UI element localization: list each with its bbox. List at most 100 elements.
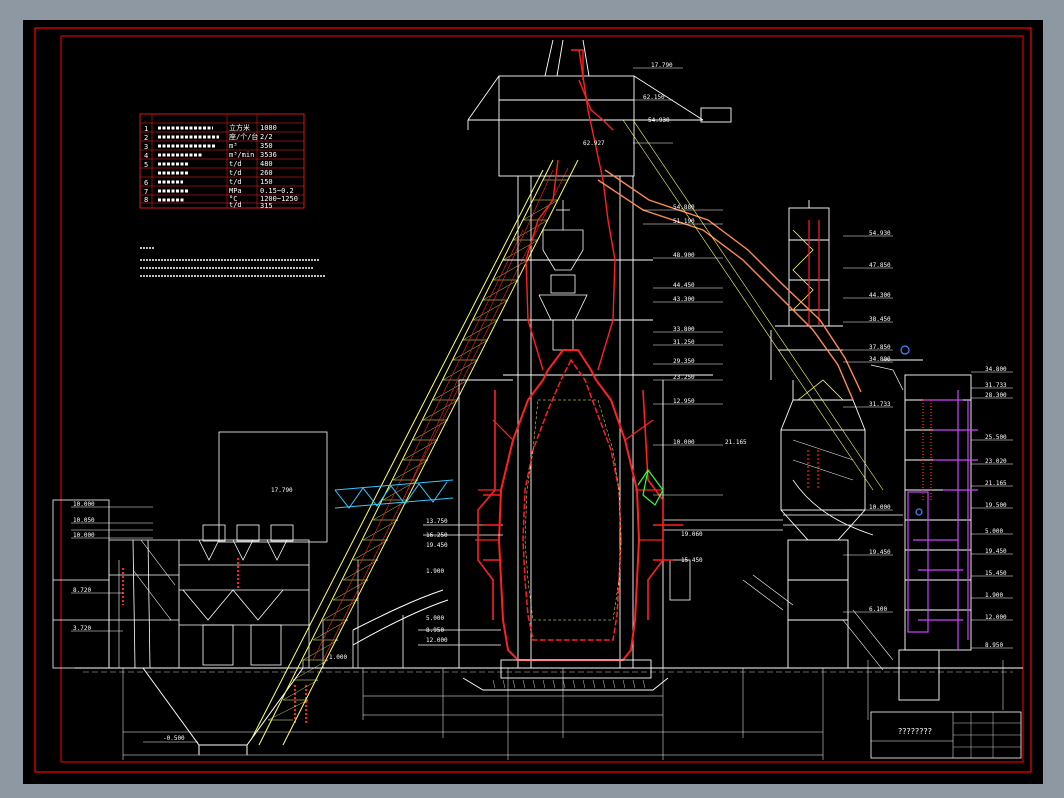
elev-label: 54.930 xyxy=(648,117,670,124)
furnace-shell xyxy=(475,349,663,661)
red-cables xyxy=(312,167,569,661)
elev-label: 10.000 xyxy=(673,439,695,446)
elev-label: 10.000 xyxy=(73,501,95,508)
spec-no: 2 xyxy=(144,134,148,142)
elev-label: 12.950 xyxy=(673,398,695,405)
elev-label: 13.750 xyxy=(426,518,448,525)
hot-stove-tower xyxy=(870,359,972,701)
elev-label: 23.250 xyxy=(673,374,695,381)
elev-label: 10.000 xyxy=(73,532,95,539)
spec-unit: t/d xyxy=(229,201,242,209)
spec-table: 1 2 3 4 5 6 7 8 立方米 座/个/台 m³ m³/min t/d xyxy=(139,113,305,210)
spec-unit: 立方米 xyxy=(229,123,250,132)
downcomer-pipe xyxy=(597,169,862,401)
dust-catcher-red xyxy=(807,220,820,490)
title-block: ???????? xyxy=(870,711,1022,759)
elev-label: 21.165 xyxy=(985,480,1007,487)
spec-no: 5 xyxy=(144,161,148,169)
elev-label: 5.000 xyxy=(426,615,444,622)
dust-catcher-stair xyxy=(792,229,844,401)
spec-table-values: 1080 2/2 350 3536 480 260 150 0.15~0.2 1… xyxy=(260,124,298,210)
elev-label: 62.927 xyxy=(583,140,605,147)
stove-elevation-marks xyxy=(971,371,1013,649)
elev-label: 48.900 xyxy=(673,252,695,259)
elev-label: 33.800 xyxy=(673,326,695,333)
elev-label: 6.100 xyxy=(869,606,887,613)
spec-value: 150 xyxy=(260,178,273,186)
cad-viewport[interactable]: 1 2 3 4 5 6 7 8 立方米 座/个/台 m³ m³/min t/d xyxy=(23,20,1043,784)
elev-label: 44.300 xyxy=(869,292,891,299)
elev-label: 12.000 xyxy=(985,614,1007,621)
bustle-pipe xyxy=(477,389,683,620)
drawing-title: ???????? xyxy=(898,727,932,736)
elev-label: 51.190 xyxy=(673,218,695,225)
stove-red-marks xyxy=(922,400,932,500)
spec-table-numbers: 1 2 3 4 5 6 7 8 xyxy=(144,125,148,204)
dust-catcher-slope xyxy=(792,479,874,536)
furnace-center-hatch xyxy=(524,399,622,621)
elev-label: 8.720 xyxy=(73,587,91,594)
spec-unit: m³ xyxy=(229,142,237,150)
elev-label: 21.165 xyxy=(725,439,747,446)
elev-label: 54.930 xyxy=(869,230,891,237)
tapping-equipment xyxy=(637,468,664,506)
elev-label: 10.050 xyxy=(73,517,95,524)
spec-no: 6 xyxy=(144,179,148,187)
spec-value: 1080 xyxy=(260,124,277,132)
elev-label: 19.500 xyxy=(985,502,1007,509)
elev-label: 23.020 xyxy=(985,458,1007,465)
elev-label: 8.950 xyxy=(985,642,1003,649)
elev-label: 29.350 xyxy=(673,358,695,365)
elev-label: 3.720 xyxy=(73,625,91,632)
elev-label: 62.150 xyxy=(643,94,665,101)
elev-label: 47.850 xyxy=(869,262,891,269)
elev-label: 34.800 xyxy=(869,356,891,363)
spec-table-units: 立方米 座/个/台 m³ m³/min t/d t/d t/d MPa °C t… xyxy=(229,123,258,209)
spec-no: 3 xyxy=(144,143,148,151)
spec-unit: t/d xyxy=(229,160,242,168)
spec-unit: t/d xyxy=(229,169,242,177)
elev-label: 38.450 xyxy=(869,316,891,323)
elev-label: 25.500 xyxy=(985,434,1007,441)
furnace-foundation xyxy=(462,659,669,691)
elev-label: 15.450 xyxy=(681,557,703,564)
spec-no: 4 xyxy=(144,152,148,160)
elev-label: 34.800 xyxy=(985,366,1007,373)
elev-label: 17.790 xyxy=(651,62,673,69)
blast-furnace-drawing: 1 2 3 4 5 6 7 8 立方米 座/个/台 m³ m³/min t/d xyxy=(34,27,1032,773)
elev-label: 43.300 xyxy=(673,296,695,303)
elev-label: 19.450 xyxy=(985,548,1007,555)
elev-label: 44.450 xyxy=(673,282,695,289)
gas-offtake xyxy=(622,119,884,491)
spec-unit: MPa xyxy=(229,187,242,195)
spec-value: 315 xyxy=(260,202,273,210)
elev-label: 12.000 xyxy=(426,637,448,644)
elev-label: 31.733 xyxy=(985,382,1007,389)
furnace-uptakes xyxy=(525,49,616,371)
notes-block xyxy=(140,247,325,277)
elev-label: 37.850 xyxy=(869,344,891,351)
spec-unit: t/d xyxy=(229,178,242,186)
elev-label: 19.450 xyxy=(426,542,448,549)
dust-catcher xyxy=(770,200,866,669)
elev-label: 15.450 xyxy=(985,570,1007,577)
left-stair xyxy=(108,539,176,668)
spec-no: 7 xyxy=(144,188,148,196)
elev-label: 5.000 xyxy=(985,528,1003,535)
right-stair xyxy=(742,574,894,671)
left-red-annotations xyxy=(122,558,307,725)
stock-bin-building xyxy=(52,431,328,669)
spec-value: 3536 xyxy=(260,151,277,159)
elev-label: 1.000 xyxy=(329,654,347,661)
spec-no: 8 xyxy=(144,196,148,204)
elev-label: 28.300 xyxy=(985,392,1007,399)
spec-value: 480 xyxy=(260,160,273,168)
spec-value: 0.15~0.2 xyxy=(260,187,294,195)
elev-label: -0.500 xyxy=(163,735,185,742)
elev-label: 10.000 xyxy=(869,504,891,511)
spec-value: 260 xyxy=(260,169,273,177)
elev-label: 1.900 xyxy=(985,592,1003,599)
elev-label: 19.450 xyxy=(869,549,891,556)
elev-label: 19.060 xyxy=(681,531,703,538)
elev-label: 1.900 xyxy=(426,568,444,575)
